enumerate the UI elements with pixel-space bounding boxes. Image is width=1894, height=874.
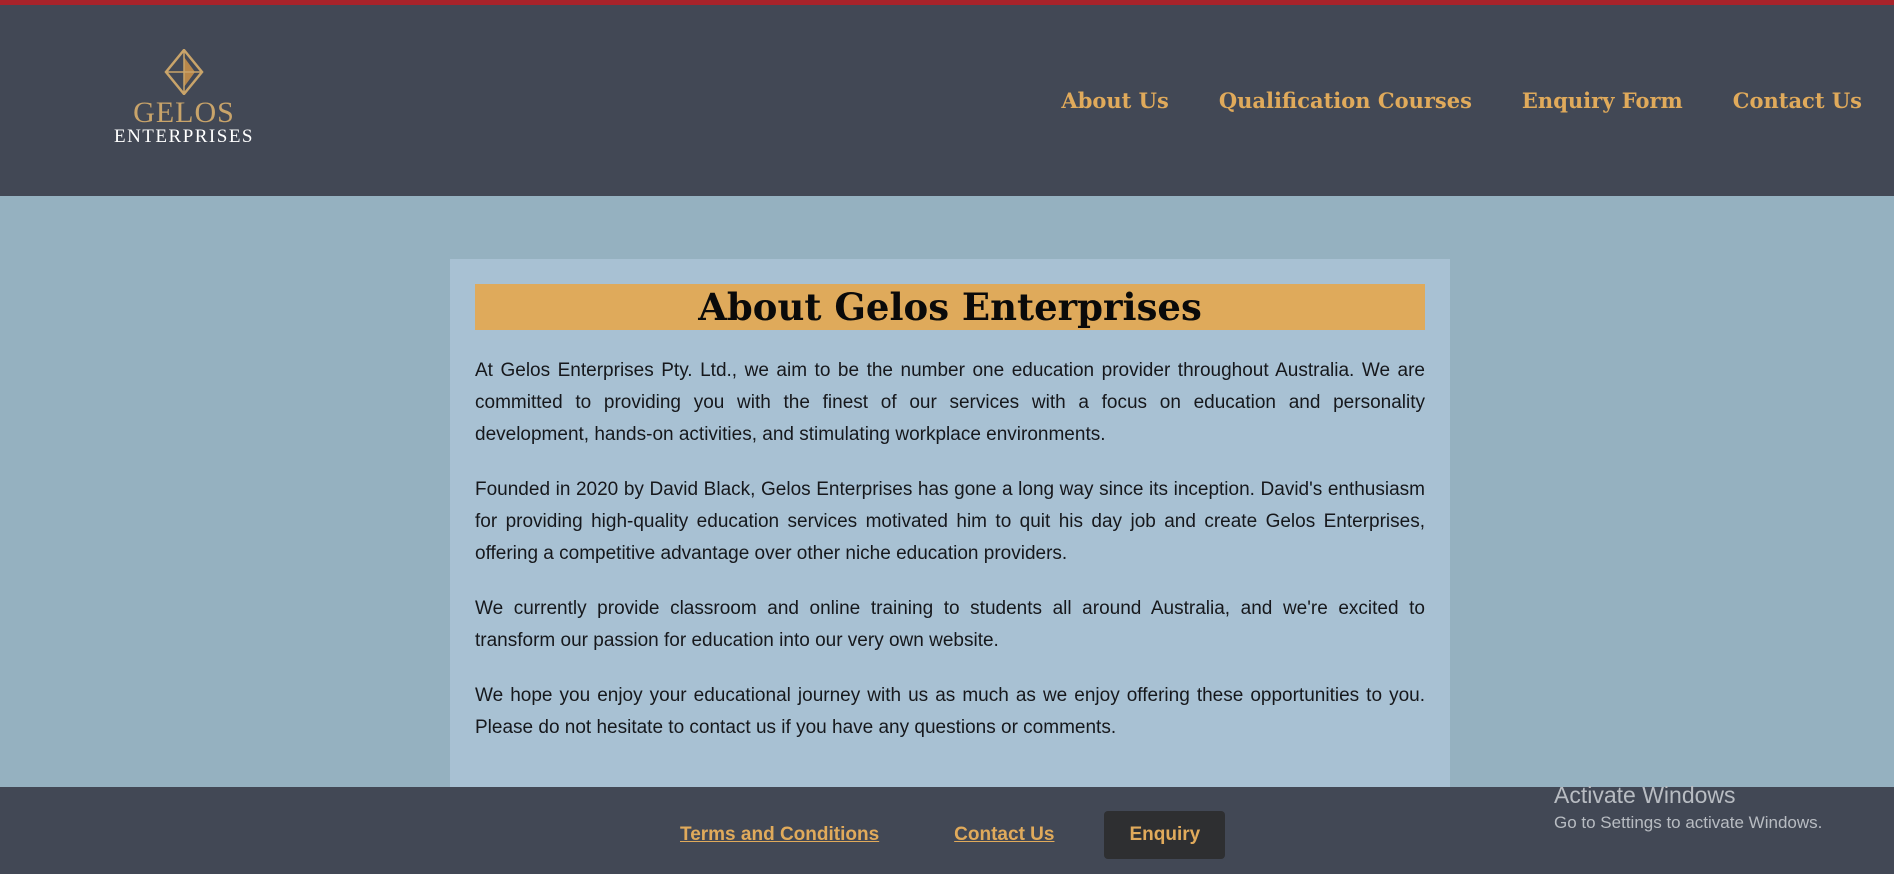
brand-subtitle: ENTERPRISES [113, 126, 255, 147]
about-paragraph-3: We currently provide classroom and onlin… [475, 598, 1425, 651]
footer-terms-link[interactable]: Terms and Conditions [680, 824, 879, 846]
about-paragraph-1: At Gelos Enterprises Pty. Ltd., we aim t… [475, 360, 1425, 445]
page-title: About Gelos Enterprises [475, 284, 1425, 330]
watermark-subtitle: Go to Settings to activate Windows. [1554, 813, 1823, 832]
diamond-logo-icon [164, 49, 204, 95]
footer-links: Terms and Conditions Contact Us Enquiry [680, 811, 1226, 859]
main-nav: About Us Qualification Courses Enquiry F… [1061, 88, 1862, 113]
watermark-title: Activate Windows [1554, 782, 1736, 808]
windows-activation-watermark: Activate Windows Go to Settings to activ… [1554, 781, 1822, 834]
about-paragraph-4: We hope you enjoy your educational journ… [475, 685, 1425, 738]
nav-qualification-courses[interactable]: Qualification Courses [1219, 88, 1472, 113]
nav-contact-us[interactable]: Contact Us [1733, 88, 1862, 113]
nav-about-us[interactable]: About Us [1061, 88, 1168, 113]
nav-enquiry-form[interactable]: Enquiry Form [1522, 88, 1683, 113]
brand-logo[interactable]: GELOS ENTERPRISES [92, 49, 276, 159]
about-card: About Gelos Enterprises At Gelos Enterpr… [450, 259, 1450, 787]
footer-contact-link[interactable]: Contact Us [954, 824, 1054, 846]
site-header: GELOS ENTERPRISES About Us Qualification… [0, 5, 1894, 196]
about-paragraph-2: Founded in 2020 by David Black, Gelos En… [475, 479, 1425, 564]
brand-name: GELOS [133, 96, 235, 129]
footer-enquiry-button[interactable]: Enquiry [1104, 811, 1226, 859]
